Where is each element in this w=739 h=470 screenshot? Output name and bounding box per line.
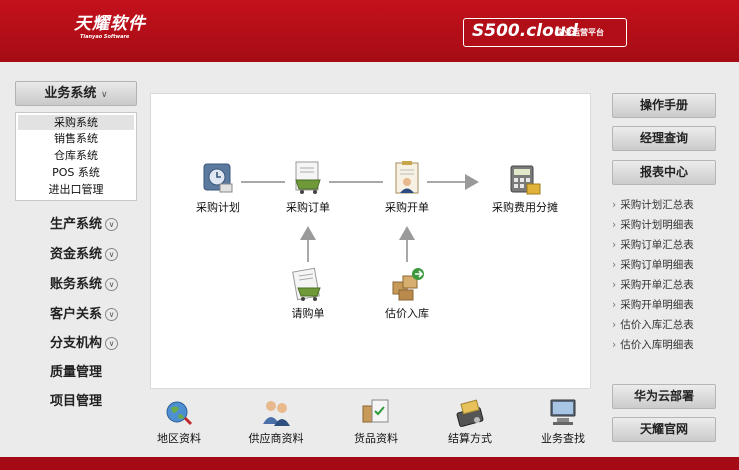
- flow-node-label: 采购开单: [385, 201, 429, 214]
- shortcut-supplier-data[interactable]: 供应商资料: [236, 396, 316, 446]
- report-center-button[interactable]: 报表中心: [612, 160, 716, 185]
- submenu-item-sales[interactable]: 销售系统: [16, 130, 136, 147]
- submenu-item-warehouse[interactable]: 仓库系统: [16, 147, 136, 164]
- report-link[interactable]: › 采购计划明细表: [612, 217, 694, 232]
- business-system-button[interactable]: 业务系统 ∨: [15, 81, 137, 106]
- report-link-label: 采购计划汇总表: [620, 199, 694, 211]
- menu-label: 账务系统: [50, 277, 103, 292]
- submenu-item-purchase[interactable]: 采购系统: [18, 115, 134, 130]
- official-site-button[interactable]: 天耀官网: [612, 417, 716, 442]
- menu-branches[interactable]: 分支机构 ∨: [50, 332, 119, 351]
- product-badge: S500.cloud 企业运营平台: [463, 18, 627, 47]
- menu-label: 质量管理: [50, 365, 103, 380]
- purchase-bill-icon: [395, 161, 419, 194]
- chevron-right-icon: ›: [612, 259, 617, 271]
- chevron-down-icon: ∨: [105, 248, 119, 261]
- business-submenu: 采购系统 销售系统 仓库系统 POS 系统 进出口管理: [15, 112, 137, 201]
- manager-query-button[interactable]: 经理查询: [612, 126, 716, 151]
- chevron-down-icon: ∨: [105, 308, 119, 321]
- shortcut-label: 货品资料: [354, 432, 398, 445]
- huawei-cloud-button[interactable]: 华为云部署: [612, 384, 716, 409]
- app-header: 天耀软件 Tianyao Software S500.cloud 企业运营平台: [0, 0, 739, 62]
- supplier-data-icon: [263, 401, 290, 426]
- chevron-right-icon: ›: [612, 319, 617, 331]
- shortcut-business-lookup[interactable]: 业务查找: [523, 396, 603, 446]
- business-system-label: 业务系统: [44, 86, 97, 101]
- product-tagline: 企业运营平台: [556, 28, 604, 37]
- chevron-down-icon: ∨: [105, 218, 119, 231]
- menu-label: 项目管理: [50, 394, 103, 409]
- cost-allocation-icon: [510, 165, 541, 195]
- goods-data-icon: [362, 399, 389, 423]
- chevron-right-icon: ›: [612, 219, 617, 231]
- shortcut-goods-data[interactable]: 货品资料: [336, 396, 416, 446]
- flow-panel: 采购计划 采购订单 采购开单 采购费用分摊 请购单 估价入库: [150, 93, 591, 389]
- report-link[interactable]: › 采购开单明细表: [612, 297, 694, 312]
- flow-connectors: [241, 174, 479, 262]
- logo-english: Tianyao Software: [80, 34, 130, 40]
- chevron-right-icon: ›: [612, 239, 617, 251]
- report-link[interactable]: › 采购订单明细表: [612, 257, 694, 272]
- shortcut-settlement-method[interactable]: 结算方式: [430, 396, 510, 446]
- menu-projects[interactable]: 项目管理: [50, 390, 102, 409]
- settlement-method-icon: [456, 399, 484, 427]
- report-link-label: 采购订单汇总表: [620, 239, 694, 251]
- chevron-right-icon: ›: [612, 299, 617, 311]
- report-link-label: 采购开单明细表: [620, 299, 694, 311]
- flow-node-label: 采购订单: [286, 201, 330, 214]
- menu-accounting[interactable]: 账务系统 ∨: [50, 273, 119, 292]
- flow-node-cost-allocation[interactable]: 采购费用分摊: [470, 160, 580, 215]
- report-link[interactable]: › 估价入库明细表: [612, 337, 694, 352]
- report-link-label: 采购计划明细表: [620, 219, 694, 231]
- estimated-stock-in-icon: [392, 268, 424, 301]
- menu-label: 客户关系: [50, 307, 103, 322]
- chevron-down-icon: ∨: [100, 90, 108, 100]
- purchase-plan-icon: [203, 163, 233, 193]
- chevron-down-icon: ∨: [105, 337, 119, 350]
- menu-finance[interactable]: 资金系统 ∨: [50, 243, 119, 262]
- shortcut-label: 供应商资料: [248, 432, 304, 445]
- menu-crm[interactable]: 客户关系 ∨: [50, 303, 119, 322]
- report-link-label: 估价入库汇总表: [620, 319, 694, 331]
- menu-label: 生产系统: [50, 217, 103, 232]
- chevron-down-icon: ∨: [105, 278, 119, 291]
- purchase-request-icon: [292, 267, 321, 301]
- flow-node-label: 估价入库: [385, 307, 429, 320]
- report-link[interactable]: › 采购计划汇总表: [612, 197, 694, 212]
- submenu-item-pos[interactable]: POS 系统: [16, 164, 136, 181]
- flow-node-label: 请购单: [291, 307, 325, 320]
- shortcut-label: 地区资料: [157, 432, 201, 445]
- company-logo: 天耀软件 Tianyao Software: [74, 14, 146, 40]
- menu-production[interactable]: 生产系统 ∨: [50, 213, 119, 232]
- report-link[interactable]: › 估价入库汇总表: [612, 317, 694, 332]
- logo-chinese: 天耀软件: [74, 14, 146, 34]
- shortcut-label: 业务查找: [541, 432, 585, 445]
- flow-node-purchase-plan[interactable]: 采购计划: [178, 160, 258, 215]
- menu-label: 资金系统: [50, 247, 103, 262]
- menu-quality[interactable]: 质量管理: [50, 361, 102, 380]
- report-link[interactable]: › 采购开单汇总表: [612, 277, 694, 292]
- menu-label: 分支机构: [50, 336, 103, 351]
- chevron-right-icon: ›: [612, 339, 617, 351]
- flow-node-purchase-bill[interactable]: 采购开单: [367, 160, 447, 215]
- footer-bar: [0, 457, 739, 470]
- shortcut-region-data[interactable]: 地区资料: [139, 396, 219, 446]
- flow-node-label: 采购费用分摊: [492, 201, 558, 214]
- report-link-label: 采购开单汇总表: [620, 279, 694, 291]
- flow-node-estimated-stock-in[interactable]: 估价入库: [367, 266, 447, 321]
- purchase-order-icon: [295, 161, 321, 194]
- business-lookup-icon: [550, 399, 576, 425]
- chevron-right-icon: ›: [612, 199, 617, 211]
- region-data-icon: [166, 401, 193, 426]
- flow-node-purchase-request[interactable]: 请购单: [268, 266, 348, 321]
- manual-button[interactable]: 操作手册: [612, 93, 716, 118]
- chevron-right-icon: ›: [612, 279, 617, 291]
- report-link-label: 采购订单明细表: [620, 259, 694, 271]
- submenu-item-import-export[interactable]: 进出口管理: [16, 181, 136, 198]
- report-link[interactable]: › 采购订单汇总表: [612, 237, 694, 252]
- flow-node-label: 采购计划: [196, 201, 240, 214]
- shortcut-label: 结算方式: [448, 432, 492, 445]
- flow-node-purchase-order[interactable]: 采购订单: [268, 160, 348, 215]
- report-link-label: 估价入库明细表: [620, 339, 694, 351]
